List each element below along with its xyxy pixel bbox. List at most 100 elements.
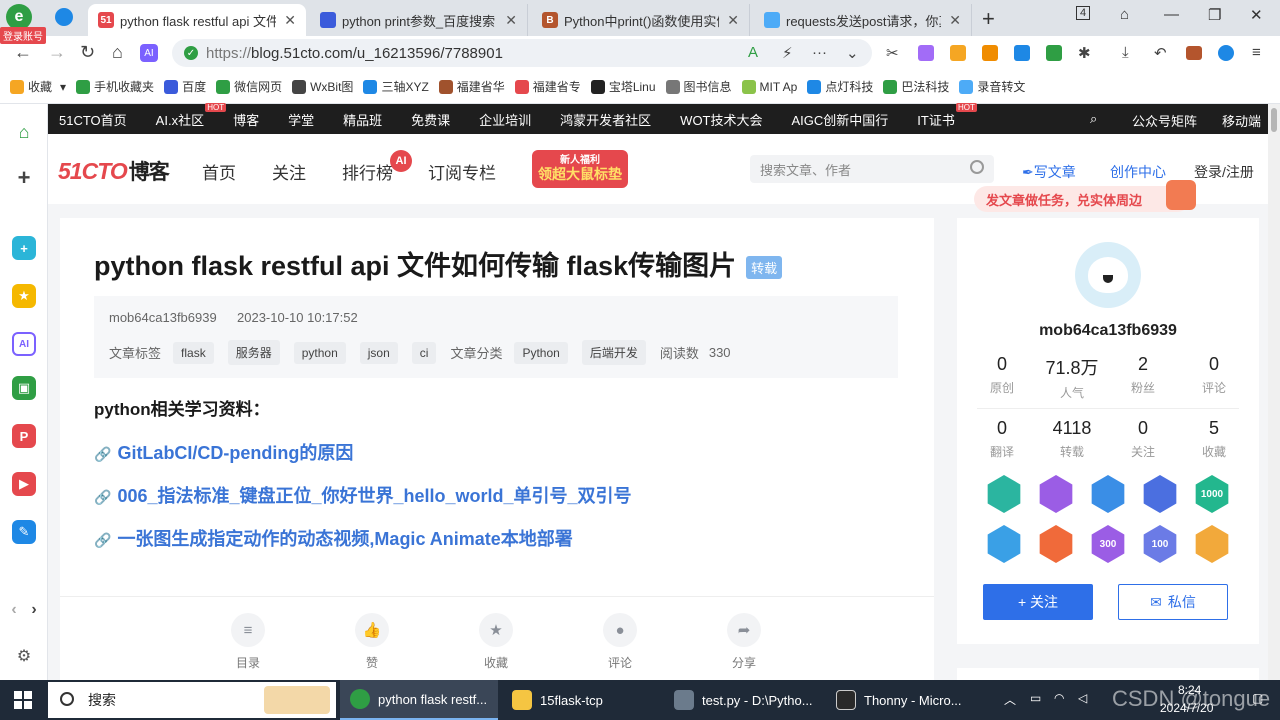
creator-center-link[interactable]: 创作中心 <box>1110 162 1166 182</box>
tab-count-badge[interactable]: 4 <box>1076 6 1091 20</box>
download-icon[interactable]: ⤓ <box>1122 44 1129 61</box>
ai-image-icon[interactable]: ▣ <box>12 376 36 400</box>
task-banner[interactable]: 发文章做任务，兑实体周边 <box>974 180 1196 212</box>
scrollbar-thumb[interactable] <box>1271 108 1277 132</box>
taskbar-app-browser[interactable]: python flask restf... <box>340 680 498 720</box>
bookmark-item[interactable]: 手机收藏夹 <box>76 78 154 95</box>
ai-write-icon[interactable]: ✎ <box>12 520 36 544</box>
badge-pen-icon[interactable] <box>1091 475 1125 513</box>
forward-icon[interactable]: → <box>48 42 66 63</box>
category-chip[interactable]: 后端开发 <box>581 340 646 365</box>
home-icon[interactable]: ⌂ <box>112 42 123 63</box>
close-tab-icon[interactable]: ✕ <box>727 12 739 29</box>
minimize-icon[interactable]: — <box>1164 6 1179 23</box>
nav-wot-conference[interactable]: WOT技术大会 <box>680 110 762 129</box>
nav-premium-class[interactable]: 精品班 <box>343 110 382 129</box>
nav-blog[interactable]: 博客 <box>233 110 259 129</box>
badge-flame-icon[interactable] <box>1039 525 1073 563</box>
ai-video-icon[interactable]: ▶ <box>12 472 36 496</box>
related-link[interactable]: 🔗 006_指法标准_键盘正位_你好世界_hello_world_单引号_双引号 <box>94 482 632 508</box>
reload-icon[interactable]: ↻ <box>80 42 95 63</box>
bookmark-item[interactable]: 三轴XYZ <box>363 78 429 95</box>
bookmark-item[interactable]: 收藏 ▾ <box>10 78 66 95</box>
stat-popularity[interactable]: 71.8万 人气 <box>1037 354 1107 401</box>
like-button[interactable]: 👍 赞 <box>344 613 400 671</box>
game-icon[interactable] <box>982 45 998 61</box>
gear-icon[interactable]: ⚙ <box>12 644 36 668</box>
share-button[interactable]: ➦ 分享 <box>716 613 772 671</box>
header-nav-ranking[interactable]: 排行榜 <box>342 159 393 184</box>
tab-requests[interactable]: requests发送post请求，你真 ✕ <box>754 4 972 36</box>
bookmark-item[interactable]: MIT Ap <box>741 79 797 94</box>
login-register-link[interactable]: 登录/注册 <box>1194 162 1254 182</box>
write-article-link[interactable]: ✒写文章 <box>1022 162 1076 182</box>
wechat-icon[interactable] <box>1046 45 1062 61</box>
toc-button[interactable]: ≡ 目录 <box>220 613 276 671</box>
search-input[interactable]: 搜索文章、作者 <box>750 155 994 183</box>
star-app-icon[interactable]: ★ <box>12 284 36 308</box>
follow-button[interactable]: + 关注 <box>983 584 1093 620</box>
avatar[interactable] <box>1075 242 1141 308</box>
nav-harmony-community[interactable]: 鸿蒙开发者社区 <box>560 110 651 129</box>
url-input[interactable]: ✓ https:// blog.51cto.com/u_16213596/778… <box>172 39 872 67</box>
volume-icon[interactable]: ◁ <box>1078 691 1087 705</box>
bookmark-item[interactable]: 福建省专 <box>514 78 581 95</box>
stat-reposts[interactable]: 4118 转载 <box>1037 418 1107 460</box>
read-aloud-icon[interactable]: A <box>748 44 758 61</box>
stat-translations[interactable]: 0 翻译 <box>967 418 1037 460</box>
chevron-down-icon[interactable]: ⌄ <box>846 44 859 62</box>
author-name[interactable]: mob64ca13fb6939 <box>957 322 1259 340</box>
telegram-icon[interactable] <box>55 8 73 26</box>
nav-mobile[interactable]: 移动端 <box>1222 111 1261 130</box>
ai-icon[interactable] <box>1014 45 1030 61</box>
ai-assistant-icon[interactable]: AI <box>140 44 158 62</box>
extension-icon[interactable]: ✱ <box>1078 44 1091 62</box>
category-chip[interactable]: Python <box>514 341 568 364</box>
plus-app-icon[interactable]: + <box>12 236 36 260</box>
nav-51cto-home[interactable]: 51CTO首页 <box>59 110 127 129</box>
bookmark-item[interactable]: WxBit图 <box>292 78 353 95</box>
favorite-button[interactable]: ★ 收藏 <box>468 613 524 671</box>
nav-academy[interactable]: 学堂 <box>288 110 314 129</box>
tag-chip[interactable]: python <box>293 341 346 364</box>
browser-sync-icon[interactable] <box>1218 45 1234 61</box>
battery-icon[interactable]: ▭ <box>1030 691 1041 705</box>
restore-icon[interactable]: ❐ <box>1208 6 1221 24</box>
bookmark-item[interactable]: 福建省华 <box>438 78 505 95</box>
tag-chip[interactable]: json <box>359 341 398 364</box>
more-icon[interactable]: ··· <box>812 44 827 61</box>
bookmark-item[interactable]: 微信网页 <box>216 78 282 95</box>
close-tab-icon[interactable]: ✕ <box>284 12 296 29</box>
undo-icon[interactable]: ↶ <box>1154 44 1167 62</box>
translate-icon[interactable] <box>918 45 934 61</box>
related-link[interactable]: 🔗 GitLabCI/CD-pending的原因 <box>94 439 353 465</box>
search-icon[interactable]: ⌕ <box>1090 111 1097 127</box>
private-message-button[interactable]: ✉ 私信 <box>1118 584 1228 620</box>
taskbar-app-folder[interactable]: 15flask-tcp <box>502 680 660 720</box>
badge-300-icon[interactable]: 300 <box>1091 525 1125 563</box>
close-tab-icon[interactable]: ✕ <box>949 12 961 29</box>
windows-start-icon[interactable] <box>14 691 32 709</box>
nav-free-course[interactable]: 免费课 <box>411 110 450 129</box>
stat-following[interactable]: 0 关注 <box>1108 418 1178 460</box>
nav-ai-community[interactable]: AI.x社区 HOT <box>156 102 227 129</box>
search-icon[interactable] <box>970 160 984 174</box>
tag-chip[interactable]: ci <box>411 341 437 364</box>
bookmark-item[interactable]: 录音转文 <box>959 78 1025 95</box>
bookmark-item[interactable]: 巴法科技 <box>883 78 949 95</box>
chevron-left-icon[interactable]: ‹ <box>6 598 22 622</box>
back-icon[interactable]: ← <box>14 42 32 63</box>
site-logo[interactable]: 51CTO博客 <box>58 156 170 186</box>
chevron-right-icon[interactable]: › <box>26 598 42 622</box>
nav-it-certificate[interactable]: IT证书 HOT <box>917 102 977 129</box>
menu-icon[interactable]: ≡ <box>1252 44 1261 61</box>
badge-stack-icon[interactable] <box>1143 475 1177 513</box>
author-link[interactable]: mob64ca13fb6939 <box>109 310 217 325</box>
close-tab-icon[interactable]: ✕ <box>505 12 517 29</box>
header-nav-home[interactable]: 首页 <box>202 159 236 184</box>
shield-icon[interactable] <box>950 45 966 61</box>
stat-comments[interactable]: 0 评论 <box>1179 354 1249 396</box>
new-tab-button[interactable]: + <box>982 6 995 32</box>
nav-enterprise-training[interactable]: 企业培训 <box>479 110 531 129</box>
badge-100-icon[interactable]: 100 <box>1143 525 1177 563</box>
